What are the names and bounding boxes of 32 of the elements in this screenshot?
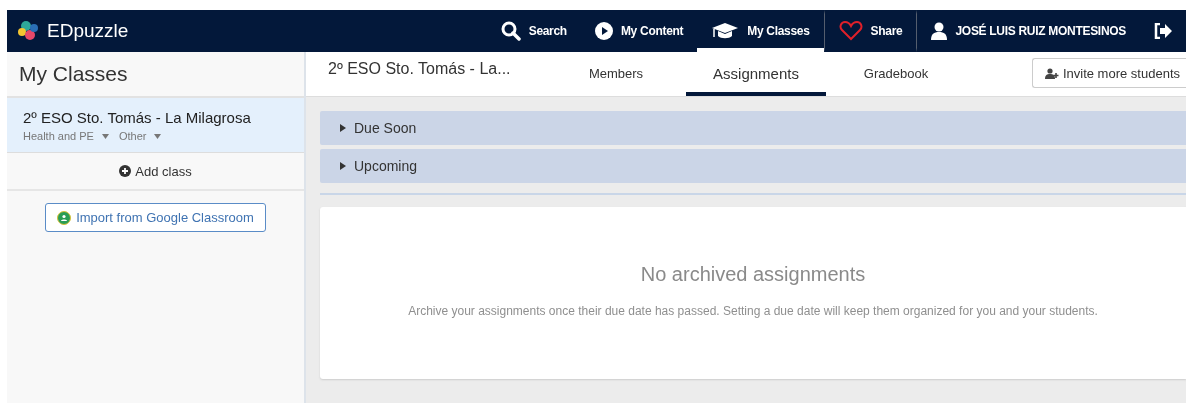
play-icon [594, 22, 613, 40]
heart-icon [838, 21, 863, 41]
tab[interactable]: Assignments [686, 52, 826, 96]
brand-name: EDpuzzle [47, 20, 129, 42]
tab[interactable]: Gradebook [826, 52, 966, 96]
invite-button[interactable]: Invite more students [1031, 58, 1186, 88]
plus-circle-icon [119, 165, 132, 177]
nav-link[interactable]: My Content [580, 10, 698, 52]
empty-state-title: No archived assignments [640, 262, 866, 286]
nav-link[interactable]: Search [486, 10, 581, 52]
class-title: 2º ESO Sto. Tomás - La... [327, 59, 512, 79]
sign-out-icon [1154, 23, 1172, 39]
section-header[interactable]: Due Soon [320, 111, 1186, 145]
user-icon [931, 22, 948, 40]
classroom-icon [57, 210, 72, 225]
class-item[interactable]: 2º ESO Sto. Tomás - La Milagrosa Health and PE Other [7, 98, 304, 153]
import-button[interactable]: Import from Google Classroom [45, 203, 266, 232]
subject-dropdown[interactable]: Health and PE [23, 130, 94, 142]
empty-state-message: Archive your assignments once their due date has passed. Setting a due date will keep them organized for you and your students. [408, 303, 1098, 318]
class-name: 2º ESO Sto. Tomás - La Milagrosa [23, 109, 252, 126]
caret-icon [340, 162, 346, 170]
caret-icon [101, 133, 109, 139]
section-header[interactable]: Upcoming [320, 149, 1186, 183]
caret-icon [340, 124, 346, 132]
graduation-cap-icon [711, 22, 740, 40]
caret-icon [154, 133, 162, 139]
puzzle-logo-icon [17, 20, 41, 42]
add-class-link[interactable]: Add class [135, 163, 192, 179]
grade-dropdown[interactable]: Other [118, 130, 147, 142]
search-icon [500, 21, 521, 41]
add-user-icon [1044, 67, 1059, 79]
tab[interactable]: Members [546, 52, 686, 96]
